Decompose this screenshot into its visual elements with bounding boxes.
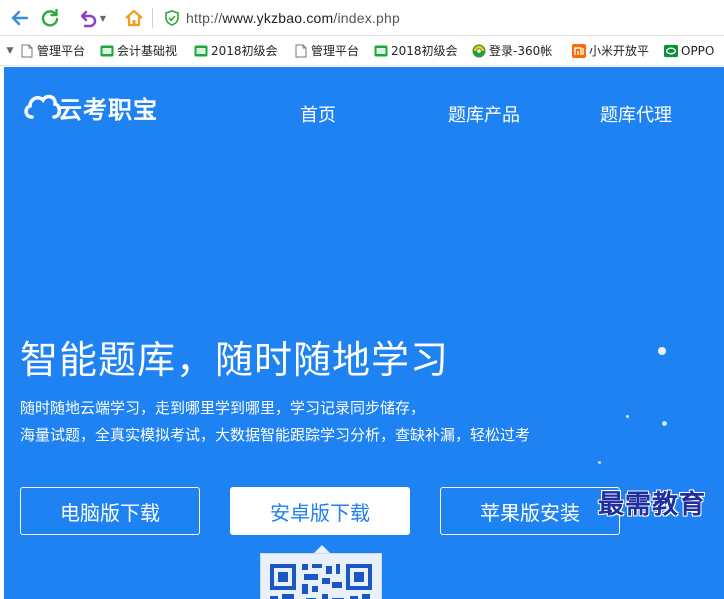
url-path: /index.php (333, 10, 400, 26)
hero-subtitle-line-2: 海量试题，全真实模拟考试，大数据智能跟踪学习分析，查缺补漏，轻松过考 (20, 426, 531, 444)
url-text: http://www.ykzbao.com/index.php (186, 10, 400, 26)
browser-toolbar: ▼ http://www.ykzbao.com/index.php (0, 0, 724, 36)
chevron-down-icon: ▼ (99, 13, 107, 23)
green-site-icon (194, 44, 208, 58)
nav-home[interactable]: 首页 (300, 101, 336, 127)
logo-text: 云考职宝 (58, 95, 158, 124)
bookmark-item[interactable]: 管理平台 (20, 42, 100, 59)
bookmark-item[interactable]: 会计基础视 (100, 42, 194, 59)
refresh-button[interactable] (38, 6, 62, 30)
bookmark-item[interactable]: OPPO (664, 44, 724, 58)
bookmark-item[interactable]: 登录-360帐 (472, 42, 572, 59)
ios-install-button[interactable]: 苹果版安装 (440, 487, 620, 535)
pc-download-button[interactable]: 电脑版下载 (20, 487, 200, 535)
green-site-icon (100, 44, 114, 58)
bookmark-label: 登录-360帐 (489, 44, 553, 58)
android-download-button[interactable]: 安卓版下载 (230, 487, 410, 535)
nav-question-bank-agency[interactable]: 题库代理 (600, 101, 672, 127)
bookmark-label: 会计基础视 (117, 44, 178, 58)
bookmarks-menu-arrow-icon[interactable]: ▼ (0, 46, 20, 56)
home-icon (125, 9, 143, 27)
bookmark-label: 2018初级会 (211, 44, 278, 58)
back-arrow-icon (11, 10, 29, 26)
page-icon (20, 44, 34, 58)
site-logo[interactable]: 云考职宝 (22, 89, 158, 125)
back-button[interactable] (8, 6, 32, 30)
bookmark-label: 2018初级会 (391, 44, 458, 58)
360-icon (472, 44, 486, 58)
bookmark-label: 管理平台 (37, 44, 86, 58)
hero-title: 智能题库，随时随地学习 (20, 338, 450, 382)
bookmarks-bar: ▼ 管理平台 会计基础视 2018初级会 管理平台 2018初级会 登录-360帐 小米开放… (0, 36, 724, 66)
bookmark-label: 小米开放平 (589, 44, 650, 58)
hero-subtitle-line-1: 随时随地云端学习，走到哪里学到哪里，学习记录同步储存， (20, 399, 426, 417)
bookmark-item[interactable]: 小米开放平 (572, 42, 664, 59)
undo-icon (80, 10, 97, 28)
url-scheme: http:// (186, 10, 223, 26)
cloud-logo-icon (24, 94, 62, 119)
home-button[interactable] (122, 6, 146, 30)
decorative-dot (662, 421, 667, 426)
watermark-text: 最需教育 (598, 490, 707, 520)
qr-popup-arrow (314, 545, 330, 553)
page-icon (294, 44, 308, 58)
mi-icon (572, 43, 586, 58)
decorative-dot (658, 347, 666, 355)
decorative-dot (598, 461, 601, 464)
bookmark-label: OPPO (681, 43, 715, 58)
shield-icon (165, 10, 179, 26)
oppo-icon (664, 44, 678, 58)
url-host: www.ykzbao.com (222, 10, 334, 26)
nav-question-bank-products[interactable]: 题库产品 (448, 101, 520, 127)
decorative-dot (626, 415, 629, 418)
bookmark-item[interactable]: 2018初级会 (194, 42, 294, 59)
qr-code-popup (260, 553, 382, 599)
address-bar[interactable]: http://www.ykzbao.com/index.php (158, 4, 724, 32)
bookmark-label: 管理平台 (311, 44, 360, 58)
bookmark-item[interactable]: 2018初级会 (374, 42, 472, 59)
toolbar-divider (152, 8, 153, 28)
undo-close-tab-button[interactable]: ▼ (74, 6, 110, 30)
bookmark-item[interactable]: 管理平台 (294, 42, 374, 59)
green-site-icon (374, 44, 388, 58)
refresh-icon (41, 8, 59, 27)
qr-code-icon (270, 564, 372, 599)
